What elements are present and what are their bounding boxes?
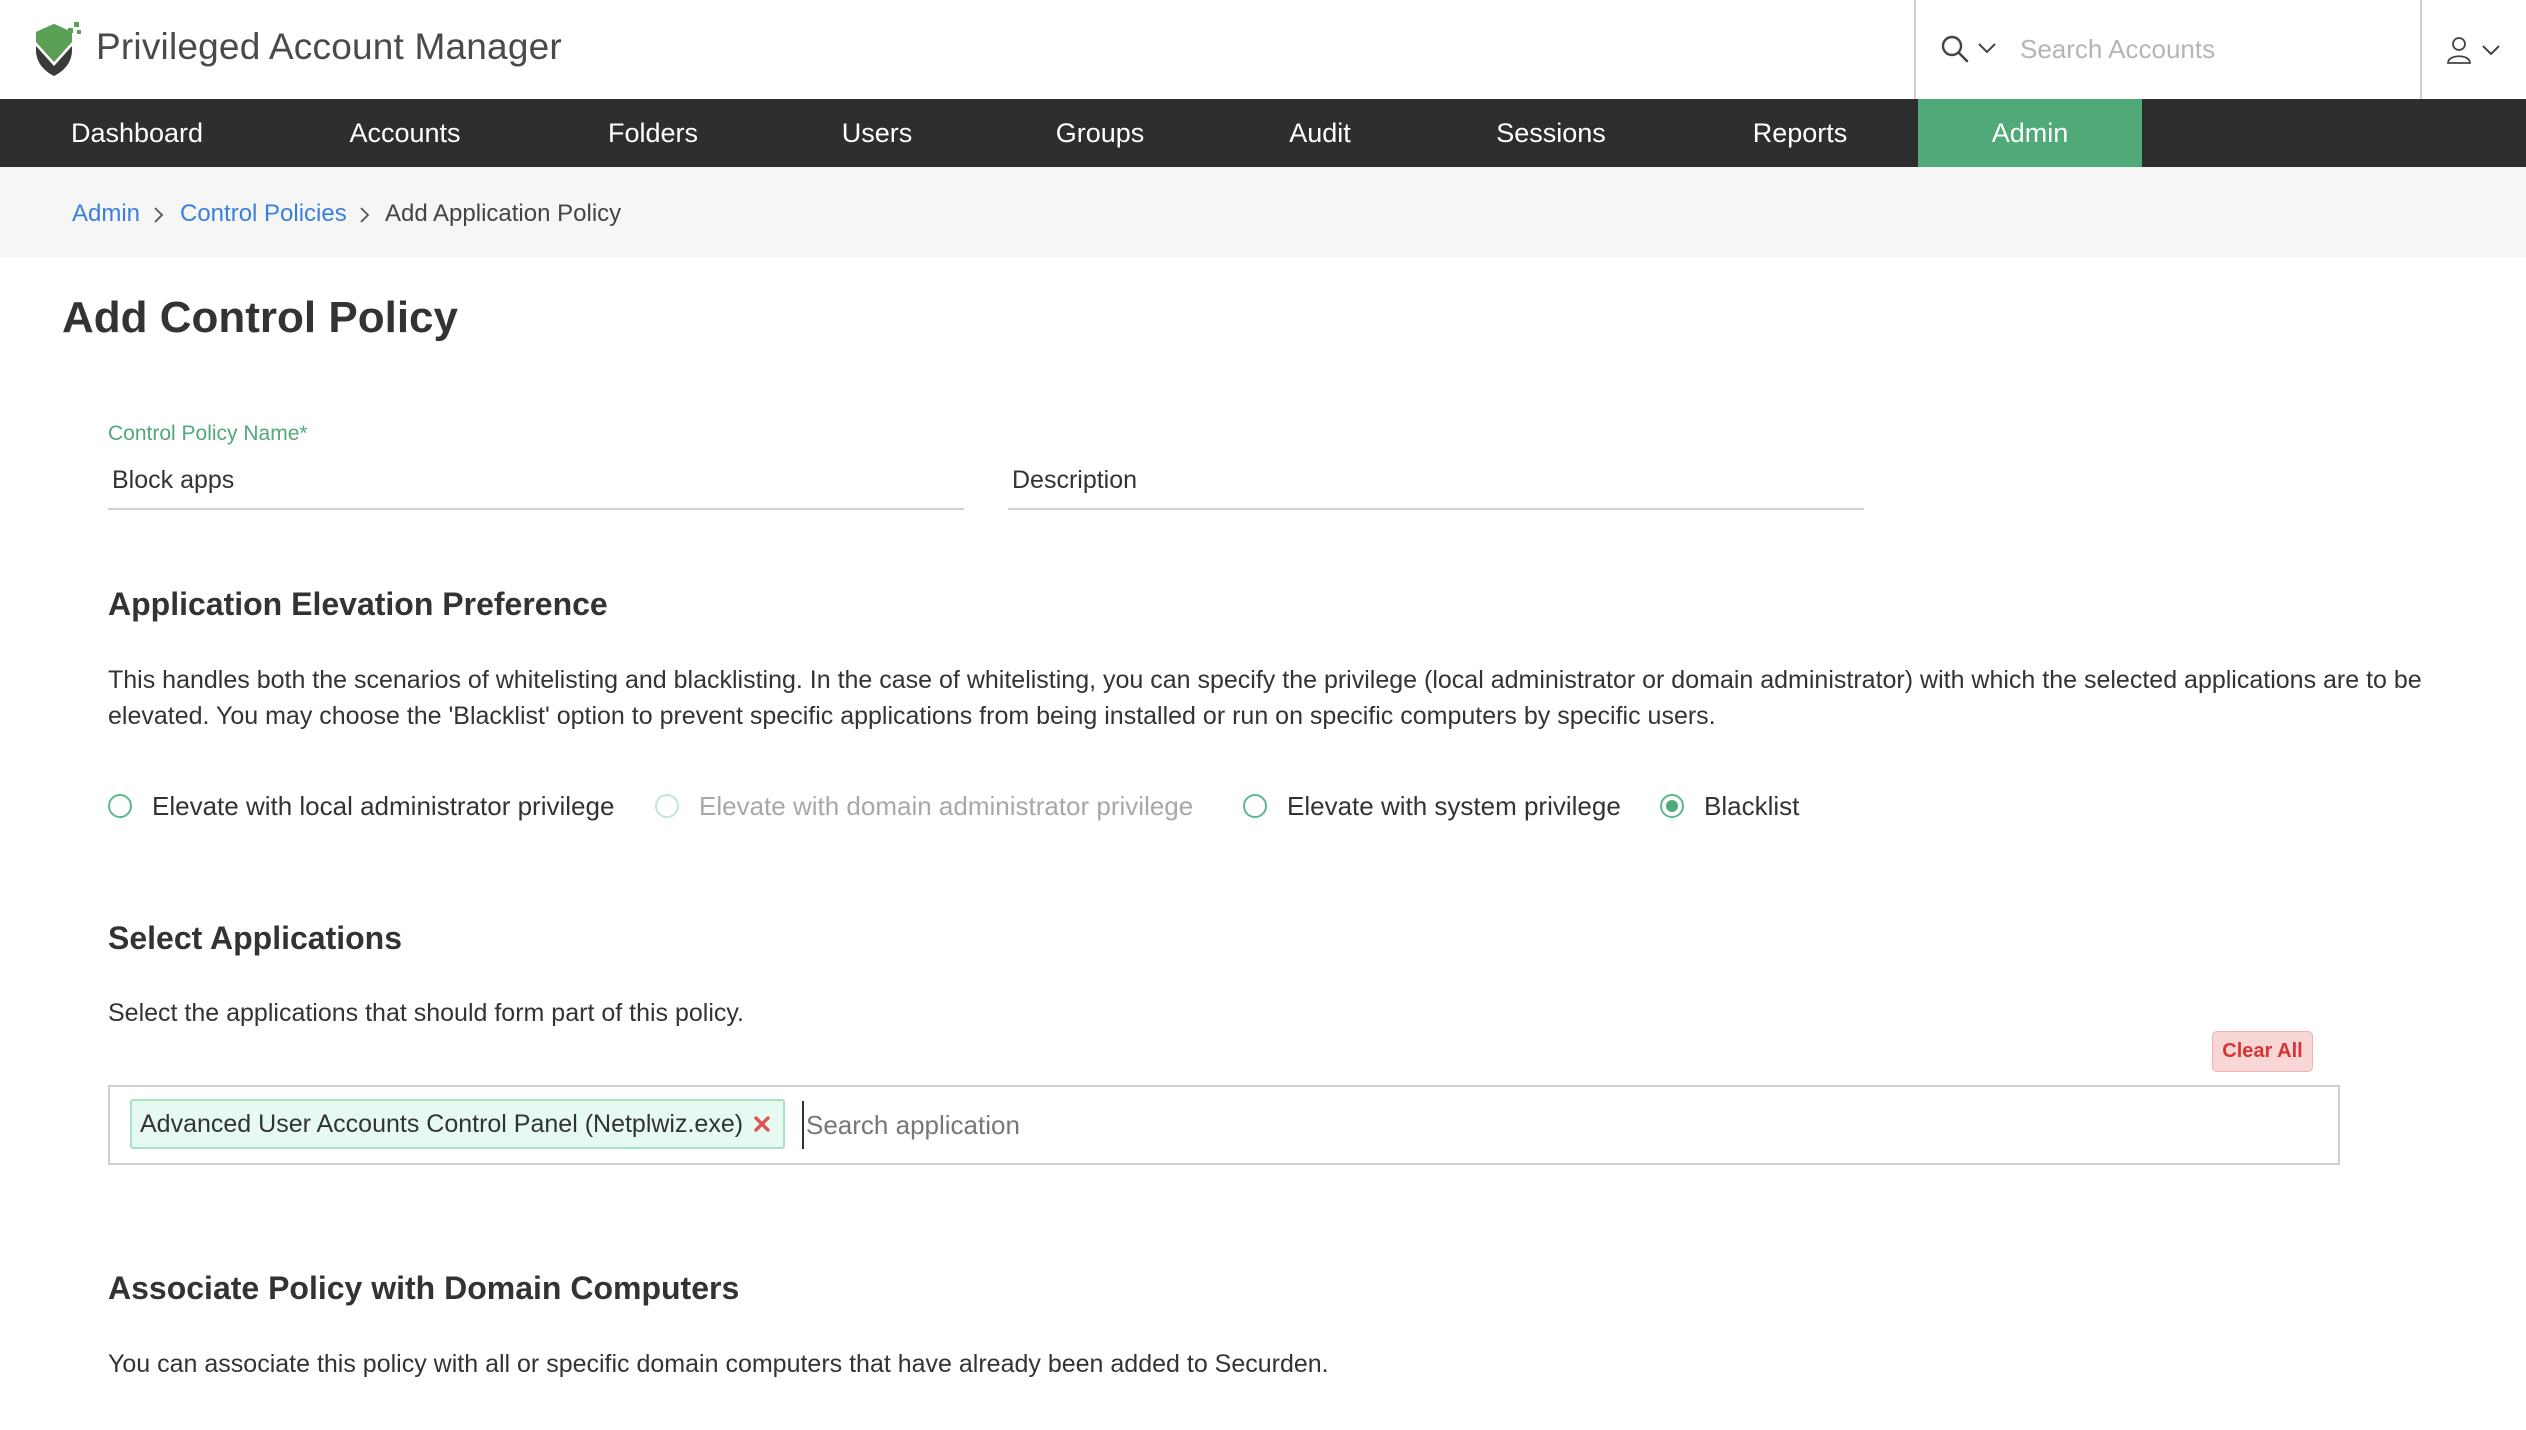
selected-application-chip: Advanced User Accounts Control Panel (Ne… bbox=[130, 1099, 786, 1149]
breadcrumb-current: Add Application Policy bbox=[385, 200, 622, 227]
applications-description: Select the applications that should form… bbox=[108, 999, 744, 1027]
radio-button-selected[interactable] bbox=[1660, 794, 1684, 818]
domain-computers-section-title: Associate Policy with Domain Computers bbox=[108, 1270, 740, 1306]
close-icon[interactable] bbox=[753, 1115, 771, 1133]
nav-users[interactable]: Users bbox=[820, 99, 934, 167]
elevation-options: Elevate with local administrator privile… bbox=[108, 786, 2108, 826]
radio-label: Elevate with local administrator privile… bbox=[152, 790, 615, 821]
nav-groups[interactable]: Groups bbox=[1040, 99, 1160, 167]
radio-label: Blacklist bbox=[1704, 790, 1800, 821]
radio-blacklist[interactable]: Blacklist bbox=[1660, 786, 1799, 826]
nav-reports[interactable]: Reports bbox=[1730, 99, 1870, 167]
top-header: Privileged Account Manager bbox=[0, 0, 2526, 99]
application-selector[interactable]: Advanced User Accounts Control Panel (Ne… bbox=[108, 1085, 2340, 1165]
radio-label: Elevate with domain administrator privil… bbox=[699, 790, 1194, 821]
radio-button bbox=[655, 794, 679, 818]
chevron-right-icon bbox=[154, 207, 164, 223]
shield-check-logo bbox=[36, 22, 81, 76]
account-search bbox=[1914, 0, 2422, 99]
breadcrumb: Admin Control Policies Add Application P… bbox=[0, 167, 2526, 257]
description-input[interactable] bbox=[1008, 452, 1864, 510]
domain-computers-description: You can associate this policy with all o… bbox=[108, 1350, 1329, 1378]
applications-section-title: Select Applications bbox=[108, 920, 402, 956]
radio-domain-admin: Elevate with domain administrator privil… bbox=[655, 786, 1193, 826]
radio-button[interactable] bbox=[1243, 794, 1267, 818]
search-accounts-input[interactable] bbox=[2020, 24, 2400, 74]
radio-label: Elevate with system privilege bbox=[1287, 790, 1621, 821]
radio-button[interactable] bbox=[108, 794, 132, 818]
clear-all-button[interactable]: Clear All bbox=[2212, 1031, 2313, 1072]
app-title: Privileged Account Manager bbox=[96, 26, 562, 67]
elevation-section-title: Application Elevation Preference bbox=[108, 586, 608, 622]
radio-system[interactable]: Elevate with system privilege bbox=[1243, 786, 1621, 826]
nav-dashboard[interactable]: Dashboard bbox=[44, 99, 230, 167]
breadcrumb-admin[interactable]: Admin bbox=[72, 200, 140, 228]
nav-audit[interactable]: Audit bbox=[1270, 99, 1370, 167]
search-application-input[interactable] bbox=[802, 1101, 2302, 1149]
search-icon[interactable] bbox=[1940, 34, 1970, 64]
page-title: Add Control Policy bbox=[62, 293, 458, 342]
chip-label: Advanced User Accounts Control Panel (Ne… bbox=[140, 1109, 744, 1138]
chevron-right-icon bbox=[360, 207, 370, 223]
chevron-down-icon[interactable] bbox=[1976, 38, 1998, 58]
radio-local-admin[interactable]: Elevate with local administrator privile… bbox=[108, 786, 614, 826]
elevation-description: This handles both the scenarios of white… bbox=[108, 666, 2422, 730]
nav-sessions[interactable]: Sessions bbox=[1470, 99, 1632, 167]
chevron-down-icon bbox=[2482, 45, 2500, 56]
user-menu[interactable] bbox=[2424, 0, 2526, 99]
nav-admin[interactable]: Admin bbox=[1918, 99, 2142, 167]
policy-name-label: Control Policy Name* bbox=[108, 422, 308, 445]
breadcrumb-control-policies[interactable]: Control Policies bbox=[180, 200, 347, 228]
user-icon bbox=[2447, 37, 2471, 64]
main-nav: Dashboard Accounts Folders Users Groups … bbox=[0, 99, 2526, 167]
nav-folders[interactable]: Folders bbox=[580, 99, 726, 167]
nav-accounts[interactable]: Accounts bbox=[310, 99, 500, 167]
policy-name-input[interactable] bbox=[108, 452, 964, 510]
